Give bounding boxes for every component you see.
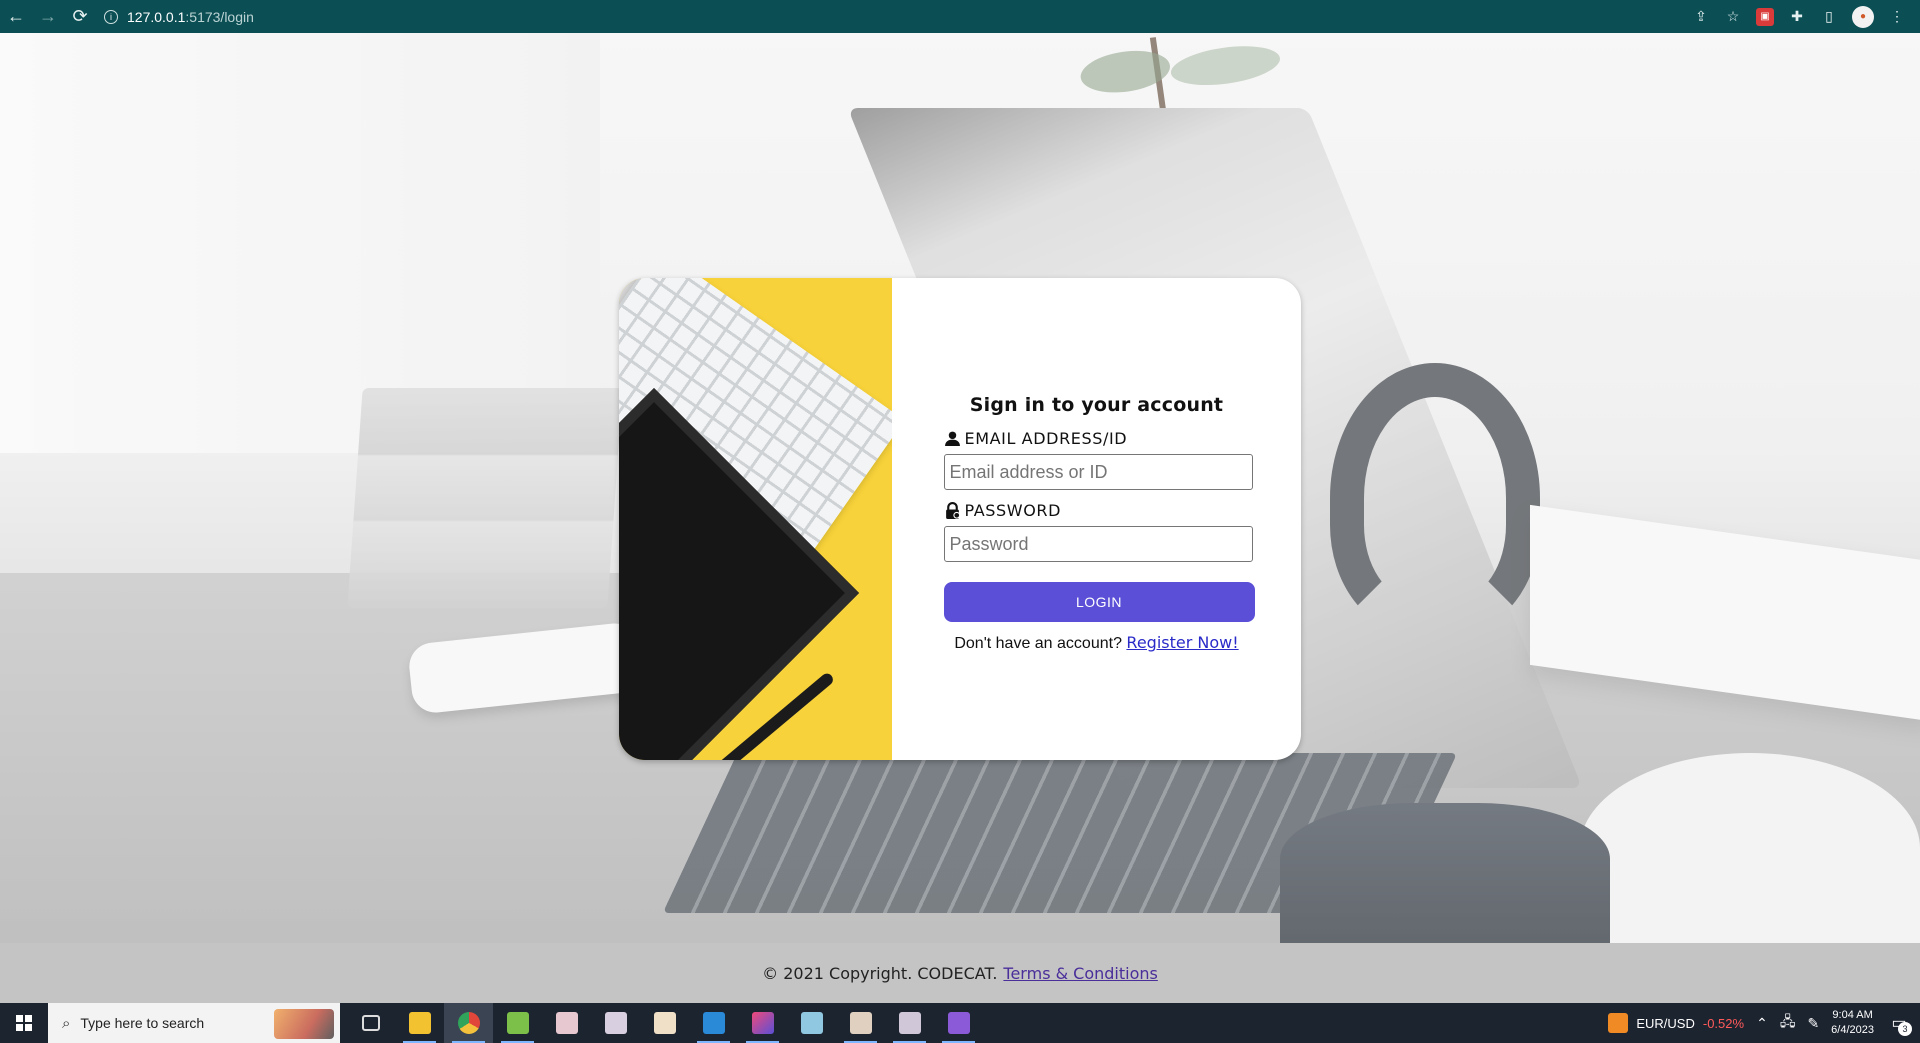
fx-change: -0.52% — [1702, 1015, 1745, 1031]
start-button[interactable] — [0, 1003, 48, 1043]
browser-toolbar: ← → ⟳ i 127.0.0.1:5173/login ⇪ ☆ ▣ ✚ ▯ ●… — [0, 0, 1920, 33]
clock[interactable]: 9:04 AM 6/4/2023 — [1831, 1008, 1874, 1038]
site-info-icon[interactable]: i — [104, 9, 118, 24]
login-illustration — [619, 278, 892, 760]
password-input[interactable] — [943, 526, 1253, 562]
url-host: 127.0.0.1 — [127, 8, 186, 25]
terms-link[interactable]: Terms & Conditions — [1003, 964, 1157, 983]
notifications-icon[interactable]: ▭3 — [1886, 1010, 1912, 1036]
share-icon[interactable]: ⇪ — [1692, 8, 1710, 26]
register-prompt: Don't have an account? — [954, 635, 1122, 652]
pen-icon[interactable]: ✎ — [1807, 1015, 1819, 1032]
vscode-icon[interactable] — [689, 1003, 738, 1043]
visual-studio-icon[interactable] — [934, 1003, 983, 1043]
login-form: Sign in to your account EMAIL ADDRESS/ID… — [892, 278, 1301, 760]
search-highlight-image — [274, 1009, 334, 1039]
page-footer: © 2021 Copyright. CODECAT. Terms & Condi… — [0, 943, 1920, 1003]
clock-time: 9:04 AM — [1832, 1009, 1873, 1021]
intellij-icon[interactable] — [738, 1003, 787, 1043]
url-path: :5173/login — [185, 8, 254, 25]
login-card: Sign in to your account EMAIL ADDRESS/ID… — [619, 278, 1301, 760]
extension-icon[interactable]: ▣ — [1756, 7, 1774, 26]
browser-actions: ⇪ ☆ ▣ ✚ ▯ ● ⋮ — [1692, 5, 1920, 28]
anime-app-icon[interactable] — [542, 1003, 591, 1043]
lock-icon — [945, 502, 960, 519]
email-input[interactable] — [943, 454, 1253, 490]
menu-kebab-icon[interactable]: ⋮ — [1888, 8, 1906, 26]
app-icon[interactable] — [787, 1003, 836, 1043]
anime-app-icon[interactable] — [640, 1003, 689, 1043]
taskbar: ⌕ Type here to search EUR/USD -0.52% ⌃ 🖧… — [0, 1003, 1920, 1043]
bookmark-star-icon[interactable]: ☆ — [1724, 8, 1742, 26]
notepad-icon[interactable] — [493, 1003, 542, 1043]
login-button[interactable]: LOGIN — [943, 582, 1255, 622]
login-title: Sign in to your account — [969, 394, 1224, 416]
taskbar-apps — [346, 1003, 983, 1043]
clock-date: 6/4/2023 — [1831, 1024, 1874, 1036]
chrome-icon[interactable] — [444, 1003, 493, 1043]
anime-app-icon[interactable] — [591, 1003, 640, 1043]
anime-app-icon[interactable] — [885, 1003, 934, 1043]
chevron-up-icon[interactable]: ⌃ — [1756, 1015, 1768, 1032]
system-tray: EUR/USD -0.52% ⌃ 🖧 ✎ 9:04 AM 6/4/2023 ▭3 — [1608, 1003, 1920, 1043]
profile-avatar[interactable]: ● — [1852, 5, 1874, 28]
network-icon[interactable]: 🖧 — [1780, 1011, 1796, 1035]
password-label-text: PASSWORD — [964, 501, 1062, 520]
reload-button[interactable]: ⟳ — [64, 0, 96, 33]
back-button[interactable]: ← — [0, 0, 32, 33]
copyright-text: © 2021 Copyright. CODECAT. — [762, 963, 998, 983]
notification-badge: 3 — [1898, 1022, 1912, 1036]
fx-widget[interactable]: EUR/USD -0.52% — [1608, 1013, 1744, 1033]
taskbar-search[interactable]: ⌕ Type here to search — [48, 1003, 340, 1043]
address-bar[interactable]: i 127.0.0.1:5173/login — [104, 4, 254, 30]
register-link[interactable]: Register Now! — [1126, 633, 1238, 652]
side-panel-icon[interactable]: ▯ — [1820, 8, 1838, 26]
email-label-text: EMAIL ADDRESS/ID — [964, 429, 1128, 448]
anime-app-icon[interactable] — [836, 1003, 885, 1043]
extensions-puzzle-icon[interactable]: ✚ — [1788, 8, 1806, 26]
register-line: Don't have an account? Register Now! — [938, 633, 1256, 653]
file-explorer-icon[interactable] — [395, 1003, 444, 1043]
windows-icon — [16, 1015, 32, 1031]
fx-pair: EUR/USD — [1636, 1015, 1695, 1031]
search-icon: ⌕ — [62, 1014, 71, 1032]
password-label: PASSWORD — [944, 501, 1256, 520]
fx-icon — [1608, 1013, 1629, 1033]
task-view-icon[interactable] — [346, 1003, 395, 1043]
user-icon — [944, 431, 960, 446]
taskbar-search-text: Type here to search — [80, 1015, 205, 1031]
email-label: EMAIL ADDRESS/ID — [944, 429, 1256, 448]
forward-button[interactable]: → — [32, 0, 64, 33]
